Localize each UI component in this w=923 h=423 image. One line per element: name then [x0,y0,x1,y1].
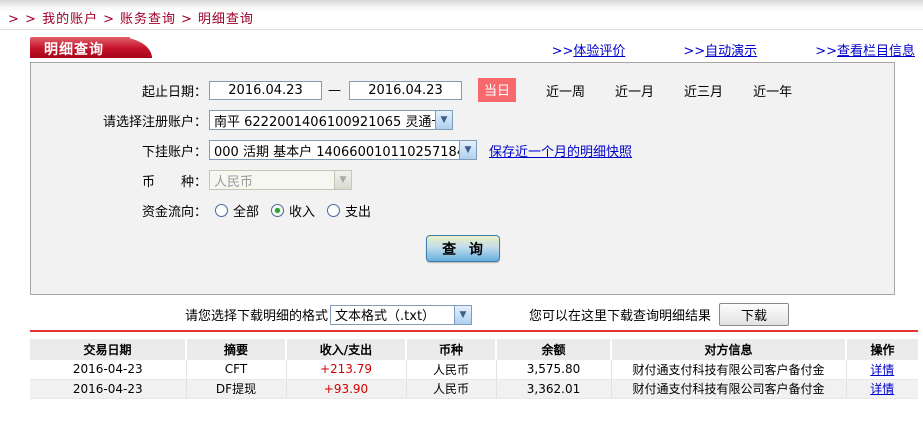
header-action: 操作 [846,339,918,360]
download-format-select[interactable]: 文本格式（.txt） ▼ [330,304,473,325]
date-range-label: 起止日期： [141,84,207,100]
link-column-info[interactable]: >>查看栏目信息 [815,40,915,59]
cell-currency: 人民币 [406,379,497,399]
register-account-label: 请选择注册账户： [102,114,207,130]
radio-checked-icon[interactable] [271,203,285,217]
cell-trade-date: 2016-04-23 [30,360,187,380]
cell-trade-date: 2016-04-23 [30,379,187,399]
quick-range-month[interactable]: 近一月 [615,81,654,100]
download-row: 请您选择下载明细的格式 文本格式（.txt） ▼ 您可以在这里下载查询明细结果 … [0,303,923,326]
download-button[interactable]: 下载 [719,303,790,326]
currency-row: 币 种： 人民币 ▼ [31,165,894,195]
link-auto-demo[interactable]: >>自动演示 [683,40,757,59]
table-row: 2016-04-23 CFT +213.79 人民币 3,575.80 财付通支… [30,360,918,380]
radio-option-all[interactable]: 全部 [215,201,259,220]
cell-currency: 人民币 [406,360,497,380]
sub-account-label: 下挂账户： [141,144,207,160]
transaction-table: 交易日期 摘要 收入/支出 币种 余额 对方信息 操作 2016-04-23 C… [30,339,918,399]
today-button[interactable]: 当日 [478,78,517,102]
cell-counterparty: 财付通支付科技有限公司客户备付金 [611,360,847,380]
fund-flow-radio-group: 全部 收入 支出 [207,201,371,220]
cell-balance: 3,362.01 [496,379,612,399]
breadcrumb-separator: > [181,12,193,27]
quick-range-year[interactable]: 近一年 [753,81,792,100]
download-format-label: 请您选择下载明细的格式 [185,309,329,324]
cell-summary: CFT [186,360,287,380]
cell-summary: DF提现 [186,379,287,399]
tab-detail-query[interactable]: 明细查询 [30,37,152,58]
table-header-row: 交易日期 摘要 收入/支出 币种 余额 对方信息 操作 [30,339,918,360]
breadcrumb: > > 我的账户 > 账务查询 > 明细查询 [8,8,923,27]
breadcrumb-item-my-account[interactable]: 我的账户 [42,12,98,27]
breadcrumb-item-detail-query[interactable]: 明细查询 [198,12,254,27]
breadcrumb-separator: > [103,12,115,27]
date-range-row: 起止日期： — 当日 近一周 近一月 近三月 近一年 [31,75,894,105]
currency-label: 币 种： [141,174,207,190]
register-account-select[interactable]: 南平 6222001406100921065 灵通卡 ▼ [209,110,453,130]
date-dash: — [328,82,341,98]
chevron-down-icon: ▼ [454,305,472,324]
cell-amount: +93.90 [286,379,407,399]
chevron-down-icon: ▼ [435,111,452,129]
breadcrumb-item-account-query[interactable]: 账务查询 [120,12,176,27]
radio-option-expense[interactable]: 支出 [327,201,371,220]
header-summary: 摘要 [186,339,287,360]
radio-icon[interactable] [327,203,341,217]
quick-range-quarter[interactable]: 近三月 [684,81,723,100]
sub-account-select[interactable]: 000 活期 基本户 1406600101102571848 ▼ [209,140,477,160]
radio-icon[interactable] [215,203,228,217]
link-experience-rating[interactable]: >>体验评价 [552,40,626,59]
start-date-input[interactable] [209,80,322,100]
breadcrumb-prefix: > > [8,12,37,27]
detail-link[interactable]: 详情 [870,382,894,396]
fund-flow-label: 资金流向： [141,204,207,220]
header-currency: 币种 [406,339,497,360]
top-bar: > > 我的账户 > 账务查询 > 明细查询 [0,0,923,30]
query-form: 起止日期： — 当日 近一周 近一月 近三月 近一年 请选择注册账户： 南平 6… [30,62,895,295]
cell-amount: +213.79 [286,360,407,380]
radio-option-income[interactable]: 收入 [271,201,315,220]
fund-flow-row: 资金流向： 全部 收入 支出 [31,195,894,225]
download-hint: 您可以在这里下载查询明细结果 [529,309,712,324]
header-balance: 余额 [496,339,612,360]
currency-select: 人民币 ▼ [209,170,352,190]
snapshot-link[interactable]: 保存近一个月的明细快照 [489,141,632,160]
header-counterparty: 对方信息 [611,339,847,360]
sub-account-row: 下挂账户： 000 活期 基本户 1406600101102571848 ▼ 保… [31,135,894,165]
cell-balance: 3,575.80 [496,360,612,380]
register-account-row: 请选择注册账户： 南平 6222001406100921065 灵通卡 ▼ [31,105,894,135]
end-date-input[interactable] [349,80,462,100]
query-button[interactable]: 查 询 [425,235,500,262]
header-trade-date: 交易日期 [30,339,187,360]
header-links: >>体验评价 >>自动演示 >>查看栏目信息 [552,40,915,59]
chevron-down-icon: ▼ [459,141,476,159]
tab-row: 明细查询 >>体验评价 >>自动演示 >>查看栏目信息 [0,37,923,59]
cell-counterparty: 财付通支付科技有限公司客户备付金 [611,379,847,399]
query-button-row: 查 询 [31,235,894,262]
header-income-expense: 收入/支出 [286,339,407,360]
quick-range-week[interactable]: 近一周 [546,81,585,100]
chevron-down-icon: ▼ [334,171,351,189]
table-row: 2016-04-23 DF提现 +93.90 人民币 3,362.01 财付通支… [30,379,918,399]
detail-link[interactable]: 详情 [870,363,894,377]
red-divider [30,330,918,332]
